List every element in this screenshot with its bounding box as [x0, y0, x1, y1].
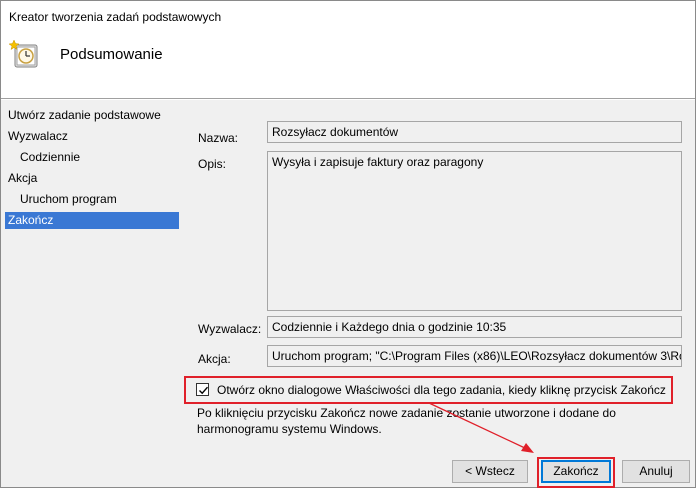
wizard-body: Utwórz zadanie podstawowe Wyzwalacz Codz…: [1, 100, 695, 488]
wizard-window: Kreator tworzenia zadań podstawowych Pod…: [0, 0, 696, 488]
nav-step-finish[interactable]: Zakończ: [5, 212, 179, 229]
open-properties-label: Otwórz okno dialogowe Właściwości dla te…: [217, 383, 666, 397]
name-field[interactable]: Rozsyłacz dokumentów: [267, 121, 682, 143]
wizard-header: Podsumowanie: [1, 31, 695, 99]
action-field[interactable]: Uruchom program; "C:\Program Files (x86)…: [267, 345, 682, 367]
back-button[interactable]: < Wstecz: [452, 460, 528, 483]
clock-star-icon: [8, 39, 41, 71]
action-label: Akcja:: [198, 352, 231, 366]
window-title: Kreator tworzenia zadań podstawowych: [9, 10, 222, 24]
title-bar[interactable]: Kreator tworzenia zadań podstawowych: [1, 1, 695, 31]
description-field[interactable]: Wysyła i zapisuje faktury oraz paragony: [267, 151, 682, 311]
cancel-button[interactable]: Anuluj: [622, 460, 690, 483]
checkmark-icon: [199, 386, 209, 395]
page-heading: Podsumowanie: [60, 46, 163, 63]
nav-step-daily[interactable]: Codziennie: [20, 149, 80, 166]
trigger-field[interactable]: Codziennie i Każdego dnia o godzinie 10:…: [267, 316, 682, 338]
name-label: Nazwa:: [198, 131, 239, 145]
description-label: Opis:: [198, 157, 227, 171]
trigger-label: Wyzwalacz:: [198, 322, 262, 336]
open-properties-checkbox[interactable]: [196, 383, 209, 396]
nav-step-action[interactable]: Akcja: [8, 170, 37, 187]
nav-step-create-basic-task[interactable]: Utwórz zadanie podstawowe: [8, 107, 161, 124]
nav-step-trigger[interactable]: Wyzwalacz: [8, 128, 68, 145]
open-properties-option[interactable]: Otwórz okno dialogowe Właściwości dla te…: [184, 376, 673, 404]
wizard-steps-nav: Utwórz zadanie podstawowe Wyzwalacz Codz…: [1, 100, 183, 487]
finish-button[interactable]: Zakończ: [541, 460, 611, 483]
finish-info-text: Po kliknięciu przycisku Zakończ nowe zad…: [197, 406, 616, 436]
nav-step-start-program[interactable]: Uruchom program: [20, 191, 117, 208]
